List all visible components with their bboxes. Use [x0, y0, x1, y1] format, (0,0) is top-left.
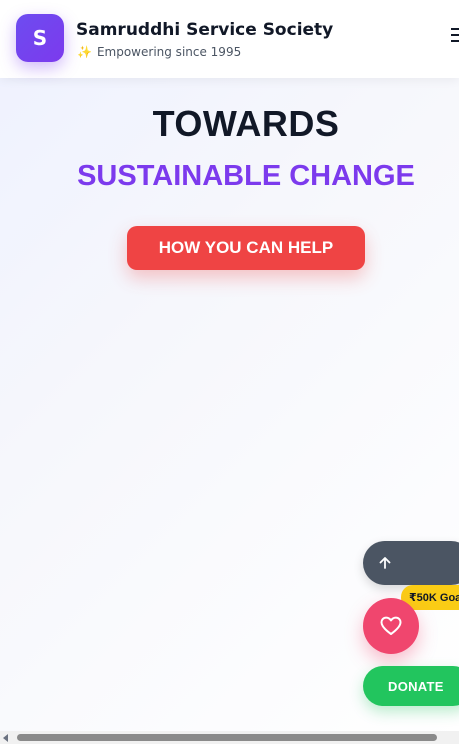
site-title[interactable]: Samruddhi Service Society	[76, 20, 333, 40]
hero-title: TOWARDS	[152, 103, 340, 144]
site-tagline: ✨ Empowering since 1995	[77, 45, 241, 59]
scroll-to-top-button[interactable]	[363, 541, 459, 585]
heart-icon	[380, 616, 402, 635]
favorite-button[interactable]	[363, 598, 419, 654]
site-header: S Samruddhi Service Society ✨ Empowering…	[0, 0, 459, 78]
donate-button[interactable]: DONATE	[363, 666, 459, 706]
sparkles-icon: ✨	[77, 45, 92, 59]
horizontal-scrollbar[interactable]	[0, 731, 459, 744]
scroll-left-arrow-icon[interactable]	[3, 734, 8, 742]
hamburger-menu-icon[interactable]	[451, 28, 459, 44]
arrow-up-icon	[379, 557, 391, 569]
hero-subtitle: SUSTAINABLE CHANGE	[77, 160, 415, 192]
scrollbar-thumb[interactable]	[17, 734, 437, 741]
how-you-can-help-button[interactable]: HOW YOU CAN HELP	[127, 226, 365, 270]
logo-letter: S	[32, 26, 48, 50]
tagline-text: Empowering since 1995	[96, 45, 242, 59]
logo[interactable]: S	[16, 14, 64, 62]
